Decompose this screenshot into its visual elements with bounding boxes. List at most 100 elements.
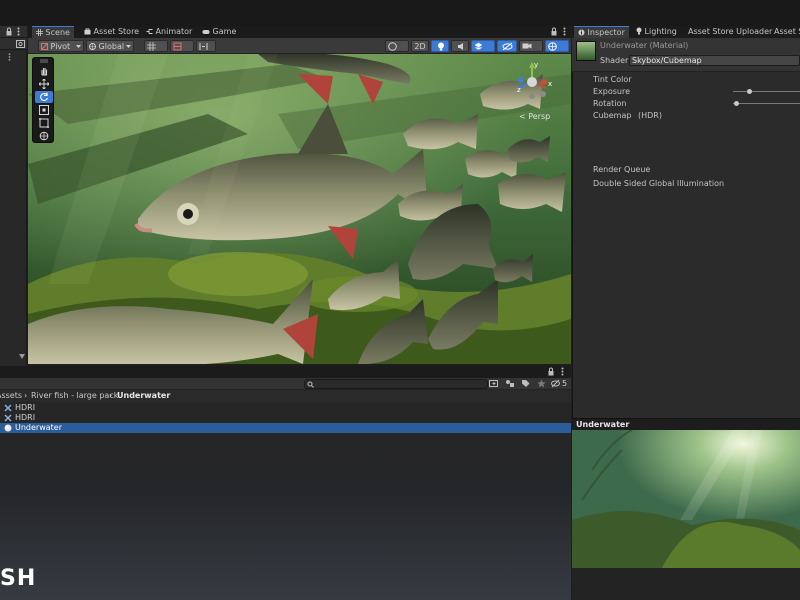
- audio-toggle[interactable]: [451, 40, 469, 52]
- toolbar-drag-handle[interactable]: [35, 59, 53, 63]
- tab-asset-store-2-label: Asset S: [774, 27, 800, 36]
- exposure-slider-knob[interactable]: [746, 89, 752, 94]
- editor-top-band: [0, 0, 800, 26]
- tab-lighting[interactable]: Lighting: [632, 26, 681, 38]
- camera-settings-dropdown[interactable]: [519, 40, 543, 52]
- underwater-skybox-preview-image: [572, 430, 800, 568]
- globe-icon: [89, 43, 96, 50]
- rotate-tool-button[interactable]: [35, 91, 53, 103]
- align-tools-dropdown[interactable]: [196, 40, 216, 52]
- orientation-gizmo[interactable]: z y x: [510, 58, 554, 108]
- shader-dropdown[interactable]: Skybox/Cubemap: [629, 55, 800, 66]
- tab-asset-store-uploader-label: Asset Store Uploader: [688, 27, 773, 36]
- grid-snapping-dropdown[interactable]: [144, 40, 168, 52]
- lock-icon[interactable]: [548, 367, 554, 376]
- favorites-star-icon[interactable]: [537, 379, 546, 388]
- lock-icon[interactable]: [551, 27, 557, 36]
- tab-lighting-label: Lighting: [644, 27, 677, 36]
- animator-icon: [146, 28, 153, 35]
- tint-color-label: Tint Color: [593, 75, 632, 84]
- kebab-menu-icon[interactable]: [563, 27, 566, 36]
- rect-tool-button[interactable]: [35, 117, 53, 129]
- scale-tool-button[interactable]: [35, 104, 53, 116]
- inspector-info-icon: [578, 29, 585, 36]
- shader-label: Shader: [600, 56, 629, 65]
- scene-visibility-toggle[interactable]: [497, 40, 517, 52]
- kebab-menu-icon[interactable]: [561, 367, 564, 376]
- rotation-slider[interactable]: [733, 100, 800, 107]
- project-search-input[interactable]: [304, 379, 488, 389]
- search-icon: [307, 381, 314, 388]
- increment-snap-icon: [173, 42, 182, 51]
- filter-by-label-icon[interactable]: [521, 379, 530, 388]
- increment-snap-dropdown[interactable]: [170, 40, 194, 52]
- 2d-toggle[interactable]: 2D: [411, 40, 429, 52]
- tab-inspector[interactable]: Inspector: [574, 26, 629, 38]
- scroll-down-arrow-icon[interactable]: [19, 354, 25, 359]
- list-item-selected[interactable]: Underwater: [0, 423, 571, 433]
- preview-footer: [572, 568, 800, 600]
- tab-asset-store[interactable]: Asset Store: [80, 26, 143, 38]
- hierarchy-strip: [0, 26, 27, 366]
- shader-value: Skybox/Cubemap: [632, 56, 702, 65]
- global-label: Global: [98, 42, 125, 51]
- rotation-label: Rotation: [593, 99, 627, 108]
- underwater-fish-scene-image: [28, 54, 571, 364]
- list-item[interactable]: HDRI: [0, 413, 571, 423]
- persp-label[interactable]: < Persp: [519, 112, 550, 121]
- project-panel-header: [0, 366, 571, 378]
- breadcrumb-assets[interactable]: Assets: [0, 390, 22, 402]
- material-thumbnail: [576, 41, 596, 61]
- tab-asset-store-2[interactable]: Asset S: [770, 26, 800, 38]
- lock-icon[interactable]: [6, 27, 12, 36]
- kebab-menu-icon[interactable]: [17, 27, 20, 36]
- effects-layers-icon: [474, 42, 483, 51]
- tab-scene-label: Scene: [45, 28, 70, 37]
- list-item[interactable]: HDRI: [0, 403, 571, 413]
- global-dropdown[interactable]: Global: [86, 40, 134, 52]
- tab-asset-store-uploader[interactable]: Asset Store Uploader: [684, 26, 776, 38]
- pivot-dropdown[interactable]: Pivot: [38, 40, 84, 52]
- asset-store-bag-icon: [84, 28, 91, 35]
- scene-viewport[interactable]: [28, 54, 571, 364]
- search-scene-icon[interactable]: [16, 40, 25, 48]
- breadcrumb-river-fish[interactable]: River fish - large pack: [31, 390, 118, 402]
- filter-by-type-icon[interactable]: [505, 379, 515, 388]
- create-asset-icon[interactable]: [489, 379, 499, 388]
- material-title: Underwater (Material): [600, 41, 689, 50]
- exposure-slider[interactable]: [733, 88, 800, 95]
- align-icon: [199, 42, 208, 51]
- tab-scene[interactable]: Scene: [32, 26, 74, 38]
- hidden-packages-icon[interactable]: [551, 379, 560, 388]
- cubemap-hdr-hint: (HDR): [637, 111, 662, 120]
- render-queue-label: Render Queue: [593, 165, 651, 174]
- draw-mode-dropdown[interactable]: [385, 40, 409, 52]
- exposure-label: Exposure: [593, 87, 631, 96]
- transform-tools-overlay: [32, 57, 54, 143]
- tab-game-label: Game: [212, 27, 237, 36]
- breadcrumb: Assets › River fish - large pack › Under…: [0, 390, 571, 402]
- rotation-slider-knob[interactable]: [734, 101, 740, 106]
- lightbulb-icon: [636, 27, 642, 35]
- lighting-toggle[interactable]: [431, 40, 449, 52]
- preview-header[interactable]: Underwater: [572, 418, 800, 430]
- tab-asset-store-label: Asset Store: [93, 27, 140, 36]
- 2d-label: 2D: [414, 42, 426, 51]
- hand-tool-button[interactable]: [35, 65, 53, 77]
- cubemap-label-text: Cubemap: [593, 111, 632, 120]
- gizmos-dropdown[interactable]: [545, 40, 569, 52]
- move-tool-button[interactable]: [35, 78, 53, 90]
- effects-dropdown[interactable]: [471, 40, 495, 52]
- skybox-preview[interactable]: [572, 430, 800, 568]
- gizmo-globe-icon: [548, 42, 557, 51]
- tab-animator[interactable]: Animator: [142, 26, 196, 38]
- scene-tab-bar: Scene Asset Store Animator Game: [28, 26, 571, 38]
- kebab-menu-icon[interactable]: [8, 53, 11, 61]
- list-item-label: HDRI: [15, 403, 36, 412]
- tab-inspector-label: Inspector: [587, 28, 625, 37]
- gizmo-z-label: z: [517, 86, 521, 94]
- transform-tool-button[interactable]: [35, 130, 53, 142]
- breadcrumb-underwater[interactable]: Underwater: [117, 390, 170, 402]
- tab-game[interactable]: Game: [198, 26, 240, 38]
- pivot-icon: [41, 43, 48, 50]
